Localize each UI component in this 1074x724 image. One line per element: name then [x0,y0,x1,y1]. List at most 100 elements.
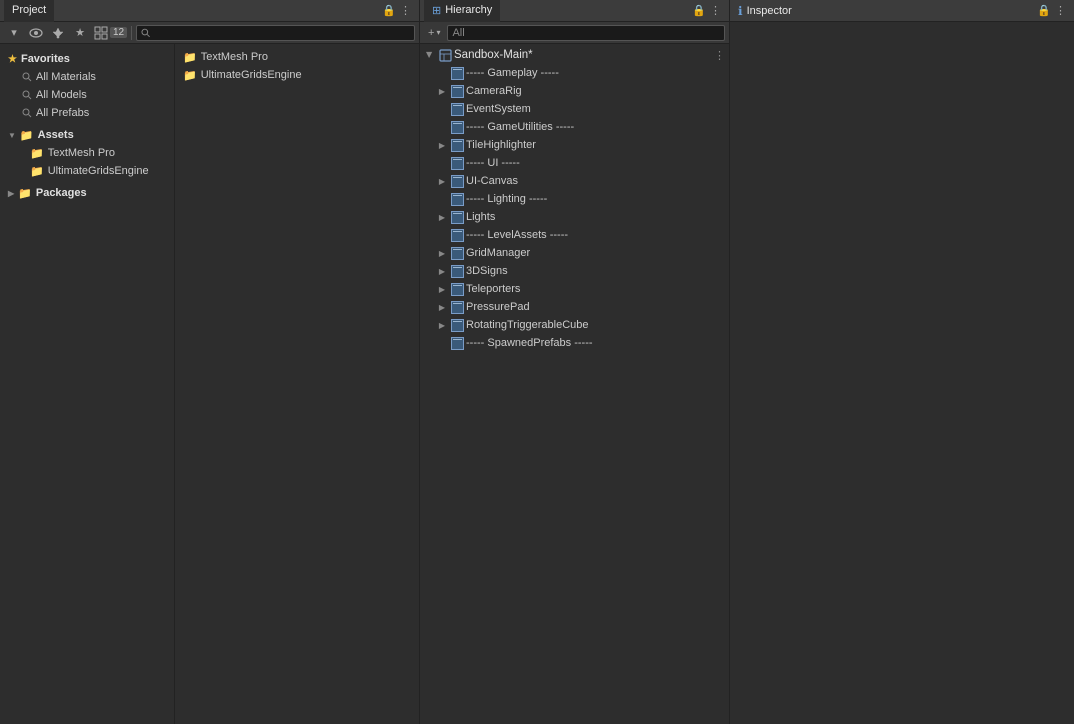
3dsigns-label: 3DSigns [466,265,508,277]
teleporters-cube-icon [450,282,464,296]
asset-ultimate-label: UltimateGridsEngine [201,69,302,81]
project-search-bar[interactable] [136,25,415,41]
hier-item-gameutilities[interactable]: ▶ ----- GameUtilities ----- [420,118,729,136]
sidebar-item-textmesh[interactable]: 📁 TextMesh Pro [0,144,174,162]
eye-toggle-btn[interactable] [26,24,46,42]
hierarchy-more-icon[interactable]: ⋮ [710,4,721,17]
search-small-icon [22,72,32,82]
project-sidebar: ★ Favorites All Materials All Models All… [0,44,175,724]
sidebar-item-ultimate[interactable]: 📁 UltimateGridsEngine [0,162,174,180]
levelassets-sep-label: ----- LevelAssets ----- [466,229,568,241]
asset-item-ultimate[interactable]: 📁 UltimateGridsEngine [175,66,419,84]
hier-item-gameplay[interactable]: ▶ ----- Gameplay ----- [420,64,729,82]
uicanvas-arrow: ▶ [436,175,448,187]
levelassets-sep-cube-icon [450,228,464,242]
badge-count: 12 [110,27,127,38]
project-tab[interactable]: Project [4,0,54,22]
inspector-more-icon[interactable]: ⋮ [1055,4,1066,17]
search-icon [141,28,151,38]
hier-item-lights[interactable]: ▶ Lights [420,208,729,226]
dropdown-arrow-btn[interactable]: ▾ [4,24,24,42]
lights-cube-icon [450,210,464,224]
ultimate-grids-label: UltimateGridsEngine [48,165,149,177]
sidebar-favorites-header[interactable]: ★ Favorites [0,50,174,68]
hier-item-gridmanager[interactable]: ▶ GridManager [420,244,729,262]
hier-item-spawnedprefabs-sep[interactable]: ▶ ----- SpawnedPrefabs ----- [420,334,729,352]
lighting-sep-label: ----- Lighting ----- [466,193,547,205]
lock-icon[interactable]: 🔒 [382,4,396,17]
asset-folder-icon-1: 📁 [183,51,197,64]
add-dropdown-icon: ▾ [436,28,440,37]
hier-item-pressurepad[interactable]: ▶ PressurePad [420,298,729,316]
hier-item-uicanvas[interactable]: ▶ UI-Canvas [420,172,729,190]
inspector-lock-icon[interactable]: 🔒 [1037,4,1051,17]
camerarig-label: CameraRig [466,85,522,97]
hier-item-levelassets-sep[interactable]: ▶ ----- LevelAssets ----- [420,226,729,244]
lights-arrow: ▶ [436,211,448,223]
pin-btn[interactable] [48,24,68,42]
tilehighlighter-arrow: ▶ [436,139,448,151]
project-panel-header: Project 🔒 ⋮ [0,0,419,22]
assets-folder-icon: 📁 [20,129,34,142]
gameplay-cube-icon [450,66,464,80]
pressurepad-arrow: ▶ [436,301,448,313]
inspector-content-area [730,22,1074,724]
textmesh-pro-label: TextMesh Pro [48,147,115,159]
search-input[interactable] [154,27,410,39]
root-more-icon[interactable]: ⋮ [714,49,725,62]
sidebar-packages-header[interactable]: ▶ 📁 Packages [0,184,174,202]
star-btn[interactable]: ★ [70,24,90,42]
triangle-down-icon: ▼ [8,131,16,140]
sidebar-item-all-materials[interactable]: All Materials [0,68,174,86]
lighting-sep-cube-icon [450,192,464,206]
search-small-icon-2 [22,90,32,100]
hier-item-eventsystem[interactable]: ▶ EventSystem [420,100,729,118]
gridmanager-arrow: ▶ [436,247,448,259]
hier-item-lighting-sep[interactable]: ▶ ----- Lighting ----- [420,190,729,208]
pressurepad-cube-icon [450,300,464,314]
favorites-section: ★ Favorites All Materials All Models All… [0,48,174,124]
sidebar-item-all-prefabs[interactable]: All Prefabs [0,104,174,122]
project-tab-label: Project [12,4,46,16]
gameutilities-cube-icon [450,120,464,134]
rotatingcube-arrow: ▶ [436,319,448,331]
hierarchy-panel-header: ⊞ Hierarchy 🔒 ⋮ [420,0,729,22]
project-panel-controls: 🔒 ⋮ [378,4,415,17]
ui-sep-cube-icon [450,156,464,170]
packages-folder-icon: 📁 [18,187,32,200]
hier-item-rotatingcube[interactable]: ▶ RotatingTriggerableCube [420,316,729,334]
asset-textmesh-label: TextMesh Pro [201,51,268,63]
pressurepad-label: PressurePad [466,301,530,313]
packages-section: ▶ 📁 Packages [0,182,174,204]
spawnedprefabs-sep-label: ----- SpawnedPrefabs ----- [466,337,593,349]
asset-folder-icon-2: 📁 [183,69,197,82]
hierarchy-search-bar[interactable]: All [447,25,725,41]
sidebar-item-all-models[interactable]: All Models [0,86,174,104]
hierarchy-root-item[interactable]: ▶ Sandbox-Main* ⋮ [420,46,729,64]
assets-section: ▼ 📁 Assets 📁 TextMesh Pro 📁 UltimateGrid… [0,124,174,182]
add-label: + [428,27,434,39]
sidebar-assets-header[interactable]: ▼ 📁 Assets [0,126,174,144]
hierarchy-add-btn[interactable]: + ▾ [424,24,444,42]
gridmanager-label: GridManager [466,247,530,259]
asset-item-textmesh[interactable]: 📁 TextMesh Pro [175,48,419,66]
teleporters-arrow: ▶ [436,283,448,295]
more-icon[interactable]: ⋮ [400,4,411,17]
camerarig-cube-icon [450,84,464,98]
hierarchy-lock-icon[interactable]: 🔒 [692,4,706,17]
tilehighlighter-cube-icon [450,138,464,152]
grid-view-icon [94,26,108,40]
hier-item-ui-sep[interactable]: ▶ ----- UI ----- [420,154,729,172]
inspector-controls: 🔒 ⋮ [1037,4,1066,17]
3dsigns-cube-icon [450,264,464,278]
hier-item-tilehighlighter[interactable]: ▶ TileHighlighter [420,136,729,154]
star-icon: ★ [8,54,17,65]
rotatingcube-label: RotatingTriggerableCube [466,319,589,331]
search-small-icon-3 [22,108,32,118]
hier-item-teleporters[interactable]: ▶ Teleporters [420,280,729,298]
project-panel: Project 🔒 ⋮ ▾ ★ 12 [0,0,420,724]
hier-item-camerarig[interactable]: ▶ CameraRig [420,82,729,100]
teleporters-label: Teleporters [466,283,520,295]
hierarchy-tab[interactable]: ⊞ Hierarchy [424,0,500,22]
hier-item-3dsigns[interactable]: ▶ 3DSigns [420,262,729,280]
